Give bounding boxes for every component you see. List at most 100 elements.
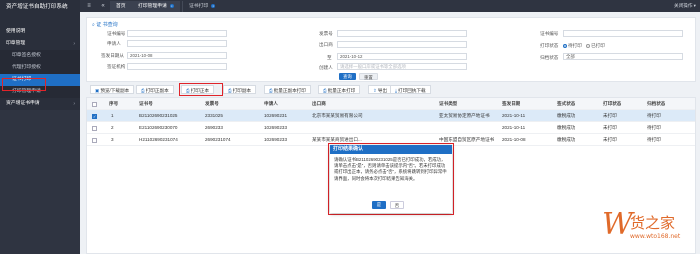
invoice-input[interactable] xyxy=(337,30,467,37)
print-status-options: 待打印 已打印 xyxy=(563,43,605,49)
start-date-label: 签发日期从 xyxy=(101,53,124,58)
back-icon[interactable]: « xyxy=(96,0,110,12)
cell-cert: H21102690231074 xyxy=(139,137,178,142)
cell-no: 2 xyxy=(111,125,114,130)
applicant-input[interactable] xyxy=(127,40,227,47)
print-original-copy-button[interactable]: ⎙打印正副本 xyxy=(136,85,174,94)
cell-cert: E21102690230070 xyxy=(139,125,178,130)
header-applicant: 申请人 xyxy=(264,101,278,106)
receipt-download-label: 打印回执下载 xyxy=(398,88,426,93)
archive-status-label: 归档状态 xyxy=(540,55,559,60)
search-panel: ⌕ 证 书查询 证书编号 申请人 签发日期从 2021-10-08 签证机构 发… xyxy=(86,17,696,82)
watermark-name: 货之家 xyxy=(630,214,675,232)
confirm-no-button[interactable]: 否 xyxy=(390,201,404,209)
cell-invoice: 2690233 xyxy=(205,125,223,130)
batch-print-original-copy-label: 批量正副本打印 xyxy=(273,88,306,93)
row-checkbox[interactable] xyxy=(92,138,97,143)
select-all-checkbox[interactable] xyxy=(92,102,97,107)
archive-status-select[interactable]: 全部 xyxy=(563,53,683,60)
row-checkbox[interactable] xyxy=(92,126,97,131)
close-tab-icon[interactable]: × xyxy=(169,4,174,8)
tab-home[interactable]: 首页 xyxy=(110,1,132,12)
reset-button[interactable]: 重置 xyxy=(359,73,378,80)
header-sign: 签式状态 xyxy=(557,101,576,106)
search-panel-title-text: 证 书查询 xyxy=(96,22,118,28)
end-date-input[interactable]: 2021-10-12 xyxy=(337,53,467,60)
start-date-input[interactable]: 2021-10-08 xyxy=(127,52,227,59)
printer-icon: ⎙ xyxy=(228,88,232,93)
cell-archive: 待打印 xyxy=(647,113,661,118)
exporter-input[interactable] xyxy=(337,41,467,48)
agent-input[interactable] xyxy=(127,63,227,70)
export-icon: ⇪ xyxy=(373,88,377,93)
action-toolbar: ▣预览/下载副本 ⎙打印正副本 ⎙打印正本 ⎙打印副本 ⎙批量正副本打印 ⎙批量… xyxy=(86,83,696,96)
cert-no-label: 证书编号 xyxy=(107,31,126,36)
chevron-right-icon: › xyxy=(73,41,75,47)
printer-icon: ⎙ xyxy=(269,88,273,93)
header-print: 打印状态 xyxy=(603,101,622,106)
cert-type-input[interactable] xyxy=(563,30,683,37)
cell-date: 2021-10-08 xyxy=(502,137,526,142)
cell-archive: 待打印 xyxy=(647,137,661,142)
printer-icon: ⎙ xyxy=(323,88,327,93)
preview-download-label: 预览/下载副本 xyxy=(100,88,130,93)
cell-date: 2021-10-11 xyxy=(502,113,526,118)
cell-applicant: 102690231 xyxy=(264,113,287,118)
radio-printed[interactable] xyxy=(586,43,591,48)
print-copy-button[interactable]: ⎙打印副本 xyxy=(223,85,257,94)
chevron-right-icon: › xyxy=(73,101,75,107)
sidebar-item[interactable]: 印章签名授权 xyxy=(0,50,80,62)
menu-icon[interactable]: ≡ xyxy=(82,0,96,12)
table-row[interactable]: ✓ 1 B21102690231025 2331025 102690231 北京市某某贸易… xyxy=(87,110,695,122)
table-row[interactable]: 2 E21102690230070 2690233 102690233 2021-10-… xyxy=(87,122,695,134)
cell-date: 2021-10-11 xyxy=(502,125,526,130)
exporter-label: 出口商 xyxy=(319,42,333,47)
watermark-logo: W 货之家 www.wto168.net xyxy=(602,207,681,242)
search-button[interactable]: 查询 xyxy=(339,73,356,80)
search-panel-title: ⌕ 证 书查询 xyxy=(92,21,118,28)
header-archive: 归档状态 xyxy=(647,101,666,106)
cell-cert: B21102690231025 xyxy=(139,113,178,118)
cell-sign: 缴税成功 xyxy=(557,137,576,142)
export-button[interactable]: ⇪导出 xyxy=(368,85,393,94)
sidebar-item-label: 资产增证书申请 xyxy=(6,101,40,106)
header-date: 签发日期 xyxy=(502,101,521,106)
sidebar-item[interactable]: 代理打印授权 xyxy=(0,62,80,74)
cell-invoice: 2690231074 xyxy=(205,137,231,142)
close-tab-icon[interactable]: × xyxy=(211,4,216,8)
invoice-label: 发票号 xyxy=(319,31,333,36)
batch-print-original-button[interactable]: ⎙批量正本打印 xyxy=(318,85,361,94)
cert-no-input[interactable] xyxy=(127,30,227,37)
app-title: 资产增证书自助打印系统 xyxy=(0,0,80,26)
batch-print-original-label: 批量正本打印 xyxy=(327,88,356,93)
tab-cert-print[interactable]: 证书打印 × xyxy=(182,1,222,12)
sidebar-item-label: 代理打印授权 xyxy=(12,65,41,70)
cell-print: 未打印 xyxy=(603,113,617,118)
receipt-download-button[interactable]: ⤓打印回执下载 xyxy=(390,85,431,94)
search-icon: ⌕ xyxy=(92,22,95,28)
print-confirm-dialog: 打印结果确认 请确认证书B21102690231025是否已打印成功，若成功，请… xyxy=(330,145,452,213)
sidebar-item[interactable]: 使用说明 xyxy=(0,26,80,38)
tab-print-apply[interactable]: 打印管理申请 × xyxy=(132,1,180,12)
cell-type: 亚太贸易协定原产地证书 xyxy=(439,113,490,118)
sidebar-item[interactable]: 印章管理 › xyxy=(0,38,80,50)
end-date-label: 至 xyxy=(327,55,332,60)
batch-print-original-copy-button[interactable]: ⎙批量正副本打印 xyxy=(264,85,311,94)
cert-type-label: 证书编号 xyxy=(540,31,559,36)
header-type: 证书类型 xyxy=(439,101,458,106)
print-status-label: 打印状态 xyxy=(540,43,559,48)
close-operations-button[interactable]: 关闭操作 ▾ xyxy=(674,0,696,12)
agent-label: 签证机构 xyxy=(107,64,126,69)
sidebar-item[interactable]: 资产增证书申请 › xyxy=(0,98,80,110)
confirm-yes-button[interactable]: 是 xyxy=(372,201,386,209)
radio-pending[interactable] xyxy=(563,43,567,48)
applicant-label: 申请人 xyxy=(107,41,121,46)
dialog-message: 请确认证书B21102690231025是否已打印成功，若成功，请单击点击“是”… xyxy=(334,157,447,181)
creator-input[interactable]: 请选择一般口岸或证书等全部选项 xyxy=(337,63,467,70)
sidebar-item-label: 印章签名授权 xyxy=(12,53,41,58)
sidebar-highlight-box xyxy=(2,78,46,91)
cell-invoice: 2331025 xyxy=(205,113,223,118)
preview-download-button[interactable]: ▣预览/下载副本 xyxy=(90,85,135,94)
row-checkbox[interactable]: ✓ xyxy=(92,114,97,119)
download-icon: ⤓ xyxy=(395,88,398,93)
